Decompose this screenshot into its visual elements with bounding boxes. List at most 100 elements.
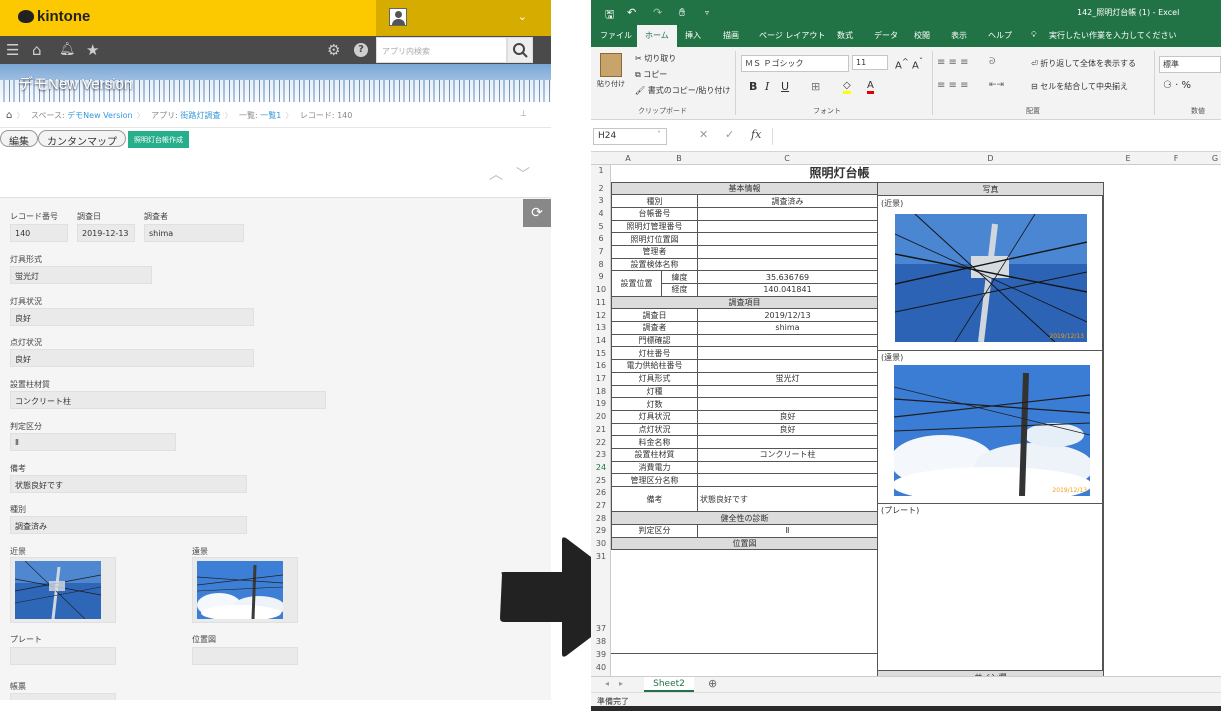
remarks-value[interactable]: 状態良好です xyxy=(697,485,878,513)
tell-me-input[interactable]: 実行したい作業を入力してください xyxy=(1049,30,1177,41)
ledger-row-label[interactable]: 調査日 xyxy=(611,308,698,323)
paste-button[interactable]: 貼り付け xyxy=(597,79,625,89)
percent-icon[interactable]: ⚆ · % xyxy=(1163,80,1191,91)
underline-button[interactable]: U xyxy=(781,80,789,93)
location-label[interactable]: 設置位置 xyxy=(611,270,662,297)
enter-icon[interactable]: ✓ xyxy=(725,128,734,141)
search-button[interactable] xyxy=(507,37,533,63)
ledger-row-value[interactable] xyxy=(697,384,878,399)
row-header[interactable]: 18 xyxy=(591,386,611,399)
row-header[interactable]: 6 xyxy=(591,233,611,246)
row-header[interactable]: 23 xyxy=(591,449,611,462)
prev-record-icon[interactable]: ︿ xyxy=(489,164,503,184)
row-header[interactable]: 8 xyxy=(591,259,611,272)
section-health[interactable]: 健全性の診断 xyxy=(611,511,878,526)
wrap-text-button[interactable]: ⏎ 折り返して全体を表示する xyxy=(1031,58,1136,69)
ledger-row-label[interactable]: 料金名称 xyxy=(611,435,698,449)
judgement-value[interactable]: Ⅱ xyxy=(697,524,878,538)
ledger-row-label[interactable]: 調査者 xyxy=(611,321,698,335)
far-photo[interactable]: 2019/12/13 xyxy=(894,365,1090,496)
ledger-row-value[interactable] xyxy=(697,435,878,449)
ledger-row-value[interactable]: 良好 xyxy=(697,409,878,424)
ledger-row-value[interactable]: 良好 xyxy=(697,422,878,437)
ledger-row-label[interactable]: 灯柱番号 xyxy=(611,346,698,361)
prev-sheet-icon[interactable]: ◂ xyxy=(605,679,609,688)
ledger-row-value[interactable] xyxy=(697,473,878,487)
indent-icon[interactable]: ⇤⇥ xyxy=(989,80,1004,90)
font-color-icon[interactable]: A xyxy=(867,80,874,94)
ledger-row-value[interactable] xyxy=(697,244,878,259)
ledger-row-label[interactable]: 設置柱材質 xyxy=(611,447,698,462)
italic-button[interactable]: I xyxy=(765,80,769,93)
row-header[interactable]: 1 xyxy=(591,165,611,178)
ledger-title[interactable]: 照明灯台帳 xyxy=(611,165,878,183)
tab-data[interactable]: データ xyxy=(874,30,898,41)
easy-map-button[interactable]: カンタンマップ xyxy=(38,130,126,148)
customize-qat-icon[interactable]: ▿ xyxy=(705,8,709,17)
tab-file[interactable]: ファイル xyxy=(600,30,632,41)
ledger-row-value[interactable] xyxy=(697,206,878,221)
cancel-icon[interactable]: ✕ xyxy=(699,128,708,141)
section-basic-info[interactable]: 基本情報 xyxy=(611,181,878,196)
ledger-row-label[interactable]: 灯種 xyxy=(611,384,698,399)
column-header[interactable]: C xyxy=(697,154,877,163)
undo-icon[interactable]: ↶ xyxy=(627,6,636,19)
row-header[interactable]: 15 xyxy=(591,348,611,361)
row-header[interactable]: 26 xyxy=(591,487,611,500)
column-header[interactable]: F xyxy=(1152,154,1200,163)
column-header[interactable]: B xyxy=(661,154,697,163)
column-header[interactable]: A xyxy=(611,154,645,163)
ledger-row-label[interactable]: 種別 xyxy=(611,194,698,208)
row-header[interactable]: 10 xyxy=(591,284,611,297)
kintone-logo[interactable]: kintone xyxy=(18,8,90,25)
breadcrumb-list[interactable]: 一覧1 xyxy=(260,111,281,120)
next-record-icon[interactable]: ﹀ xyxy=(516,164,530,184)
ledger-row-label[interactable]: 消費電力 xyxy=(611,460,698,475)
judgement-label[interactable]: 判定区分 xyxy=(611,524,698,538)
ledger-row-value[interactable] xyxy=(697,346,878,361)
create-ledger-button[interactable]: 照明灯台帳作成 xyxy=(128,131,189,148)
ledger-row-value[interactable]: 2019/12/13 xyxy=(697,308,878,323)
row-header[interactable]: 3 xyxy=(591,195,611,208)
favorite-star-icon[interactable]: ★ xyxy=(86,41,99,59)
tab-home[interactable]: ホーム xyxy=(637,25,677,47)
pin-icon[interactable]: ⊥ xyxy=(520,109,527,118)
near-photo[interactable] xyxy=(15,561,101,619)
insert-function-icon[interactable]: fx xyxy=(751,128,761,141)
column-header[interactable]: E xyxy=(1104,154,1152,163)
row-header[interactable]: 28 xyxy=(591,513,611,526)
gear-icon[interactable]: ⚙ xyxy=(327,41,340,59)
row-header[interactable]: 40 xyxy=(591,662,611,675)
ledger-row-value[interactable]: コンクリート柱 xyxy=(697,447,878,462)
row-header[interactable]: 39 xyxy=(591,649,611,662)
notification-icon[interactable]: 🔔︎ xyxy=(59,41,76,59)
ledger-row-label[interactable]: 門標確認 xyxy=(611,333,698,348)
help-icon[interactable]: ? xyxy=(354,43,368,57)
font-name-select[interactable]: ＭＳ Ｐゴシック xyxy=(741,55,849,72)
ledger-row-value[interactable]: 調査済み xyxy=(697,194,878,208)
ledger-row-value[interactable] xyxy=(697,359,878,373)
longitude-label[interactable]: 経度 xyxy=(661,283,698,297)
fill-color-icon[interactable]: ◇ xyxy=(843,80,851,94)
align-left-icon[interactable]: ≡ ≡ ≡ xyxy=(937,80,969,91)
ledger-row-value[interactable] xyxy=(697,397,878,411)
ledger-row-value[interactable] xyxy=(697,257,878,272)
ledger-row-label[interactable]: 灯具状況 xyxy=(611,409,698,424)
row-header[interactable]: 13 xyxy=(591,322,611,335)
merge-center-button[interactable]: ⊟ セルを結合して中央揃え xyxy=(1031,81,1128,92)
row-header[interactable]: 24 xyxy=(591,462,611,475)
ledger-row-label[interactable]: 照明灯位置図 xyxy=(611,232,698,246)
tab-view[interactable]: 表示 xyxy=(951,30,967,41)
row-header[interactable]: 11 xyxy=(591,297,611,310)
row-header[interactable]: 14 xyxy=(591,335,611,348)
refresh-icon[interactable]: ⟳ xyxy=(523,199,551,227)
location-map-area[interactable] xyxy=(611,550,877,654)
column-header[interactable]: D xyxy=(877,154,1104,163)
breadcrumb-app[interactable]: 街路灯調査 xyxy=(180,111,220,120)
near-photo[interactable]: 2019/12/13 xyxy=(895,214,1087,342)
ledger-row-label[interactable]: 管理者 xyxy=(611,244,698,259)
formula-input[interactable] xyxy=(772,128,1221,145)
row-header[interactable]: 37 xyxy=(591,623,611,636)
longitude-value[interactable]: 140.041841 xyxy=(697,283,878,297)
row-header[interactable]: 29 xyxy=(591,525,611,538)
